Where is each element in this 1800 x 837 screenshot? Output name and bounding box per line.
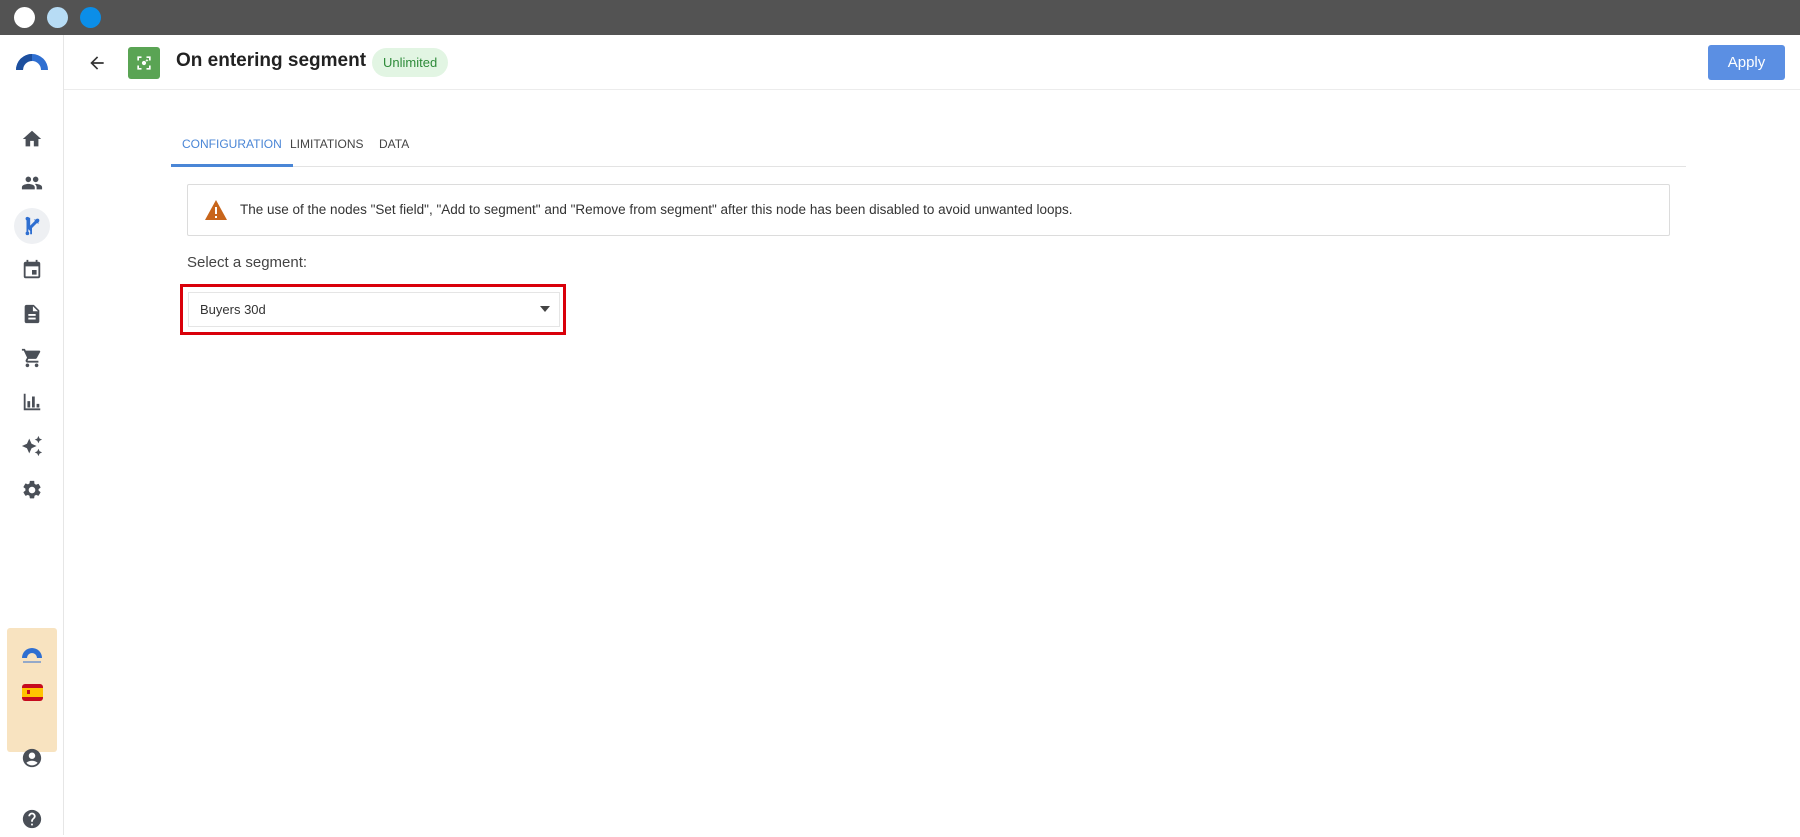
cart-icon [21, 348, 41, 368]
sidebar-item-ai[interactable] [14, 428, 50, 464]
spain-flag-icon [22, 684, 43, 701]
brand-logo [22, 648, 42, 663]
page-title: On entering segment [176, 50, 367, 71]
account-icon [22, 748, 42, 768]
home-icon [22, 130, 42, 147]
gear-icon [23, 480, 41, 499]
window-close-button[interactable] [14, 7, 35, 28]
sidebar-item-documents[interactable] [14, 296, 50, 332]
sidebar-item-settings[interactable] [14, 472, 50, 508]
sidebar-item-calendar[interactable] [14, 252, 50, 288]
tab-bar: CONFIGURATION LIMITATIONS DATA [171, 127, 1686, 167]
status-badge: Unlimited [372, 48, 449, 77]
apply-button[interactable]: Apply [1708, 45, 1785, 80]
window-maximize-button[interactable] [80, 7, 101, 28]
back-button[interactable] [83, 49, 111, 77]
app-logo[interactable] [14, 50, 50, 72]
sidebar-item-ecommerce[interactable] [14, 340, 50, 376]
bar-chart-icon [23, 393, 41, 411]
document-icon [24, 304, 40, 324]
arrow-back-icon [90, 56, 104, 70]
tab-limitations[interactable]: LIMITATIONS [279, 127, 375, 167]
segment-select-label: Select a segment: [187, 254, 308, 271]
account-brand-panel[interactable] [7, 628, 57, 752]
sidebar-item-analytics[interactable] [14, 384, 50, 420]
sidebar-item-help[interactable] [14, 801, 50, 837]
chevron-down-icon [540, 306, 550, 312]
sidebar-item-account[interactable] [14, 740, 50, 776]
segment-focus-icon [137, 56, 151, 70]
calendar-icon [23, 259, 41, 279]
sidebar-item-workflows[interactable] [14, 208, 50, 244]
sidebar-item-home[interactable] [14, 121, 50, 157]
window-minimize-button[interactable] [47, 7, 68, 28]
alert-message: The use of the nodes "Set field", "Add t… [240, 202, 1073, 217]
sidebar [0, 35, 64, 835]
segment-select[interactable]: Buyers 30d [188, 292, 560, 327]
help-icon [22, 809, 42, 829]
segment-node-icon [128, 47, 160, 79]
window-titlebar [0, 0, 1800, 35]
warning-alert: The use of the nodes "Set field", "Add t… [187, 184, 1670, 236]
tab-configuration[interactable]: CONFIGURATION [171, 127, 293, 167]
page-header: On entering segment Unlimited Apply [64, 35, 1800, 90]
warning-icon [205, 200, 227, 220]
tab-data[interactable]: DATA [368, 127, 420, 167]
segment-select-value: Buyers 30d [200, 302, 266, 317]
people-icon [21, 176, 43, 190]
workflow-branch-icon [25, 216, 40, 236]
sparkles-icon [21, 435, 43, 457]
sidebar-item-contacts[interactable] [14, 165, 50, 201]
